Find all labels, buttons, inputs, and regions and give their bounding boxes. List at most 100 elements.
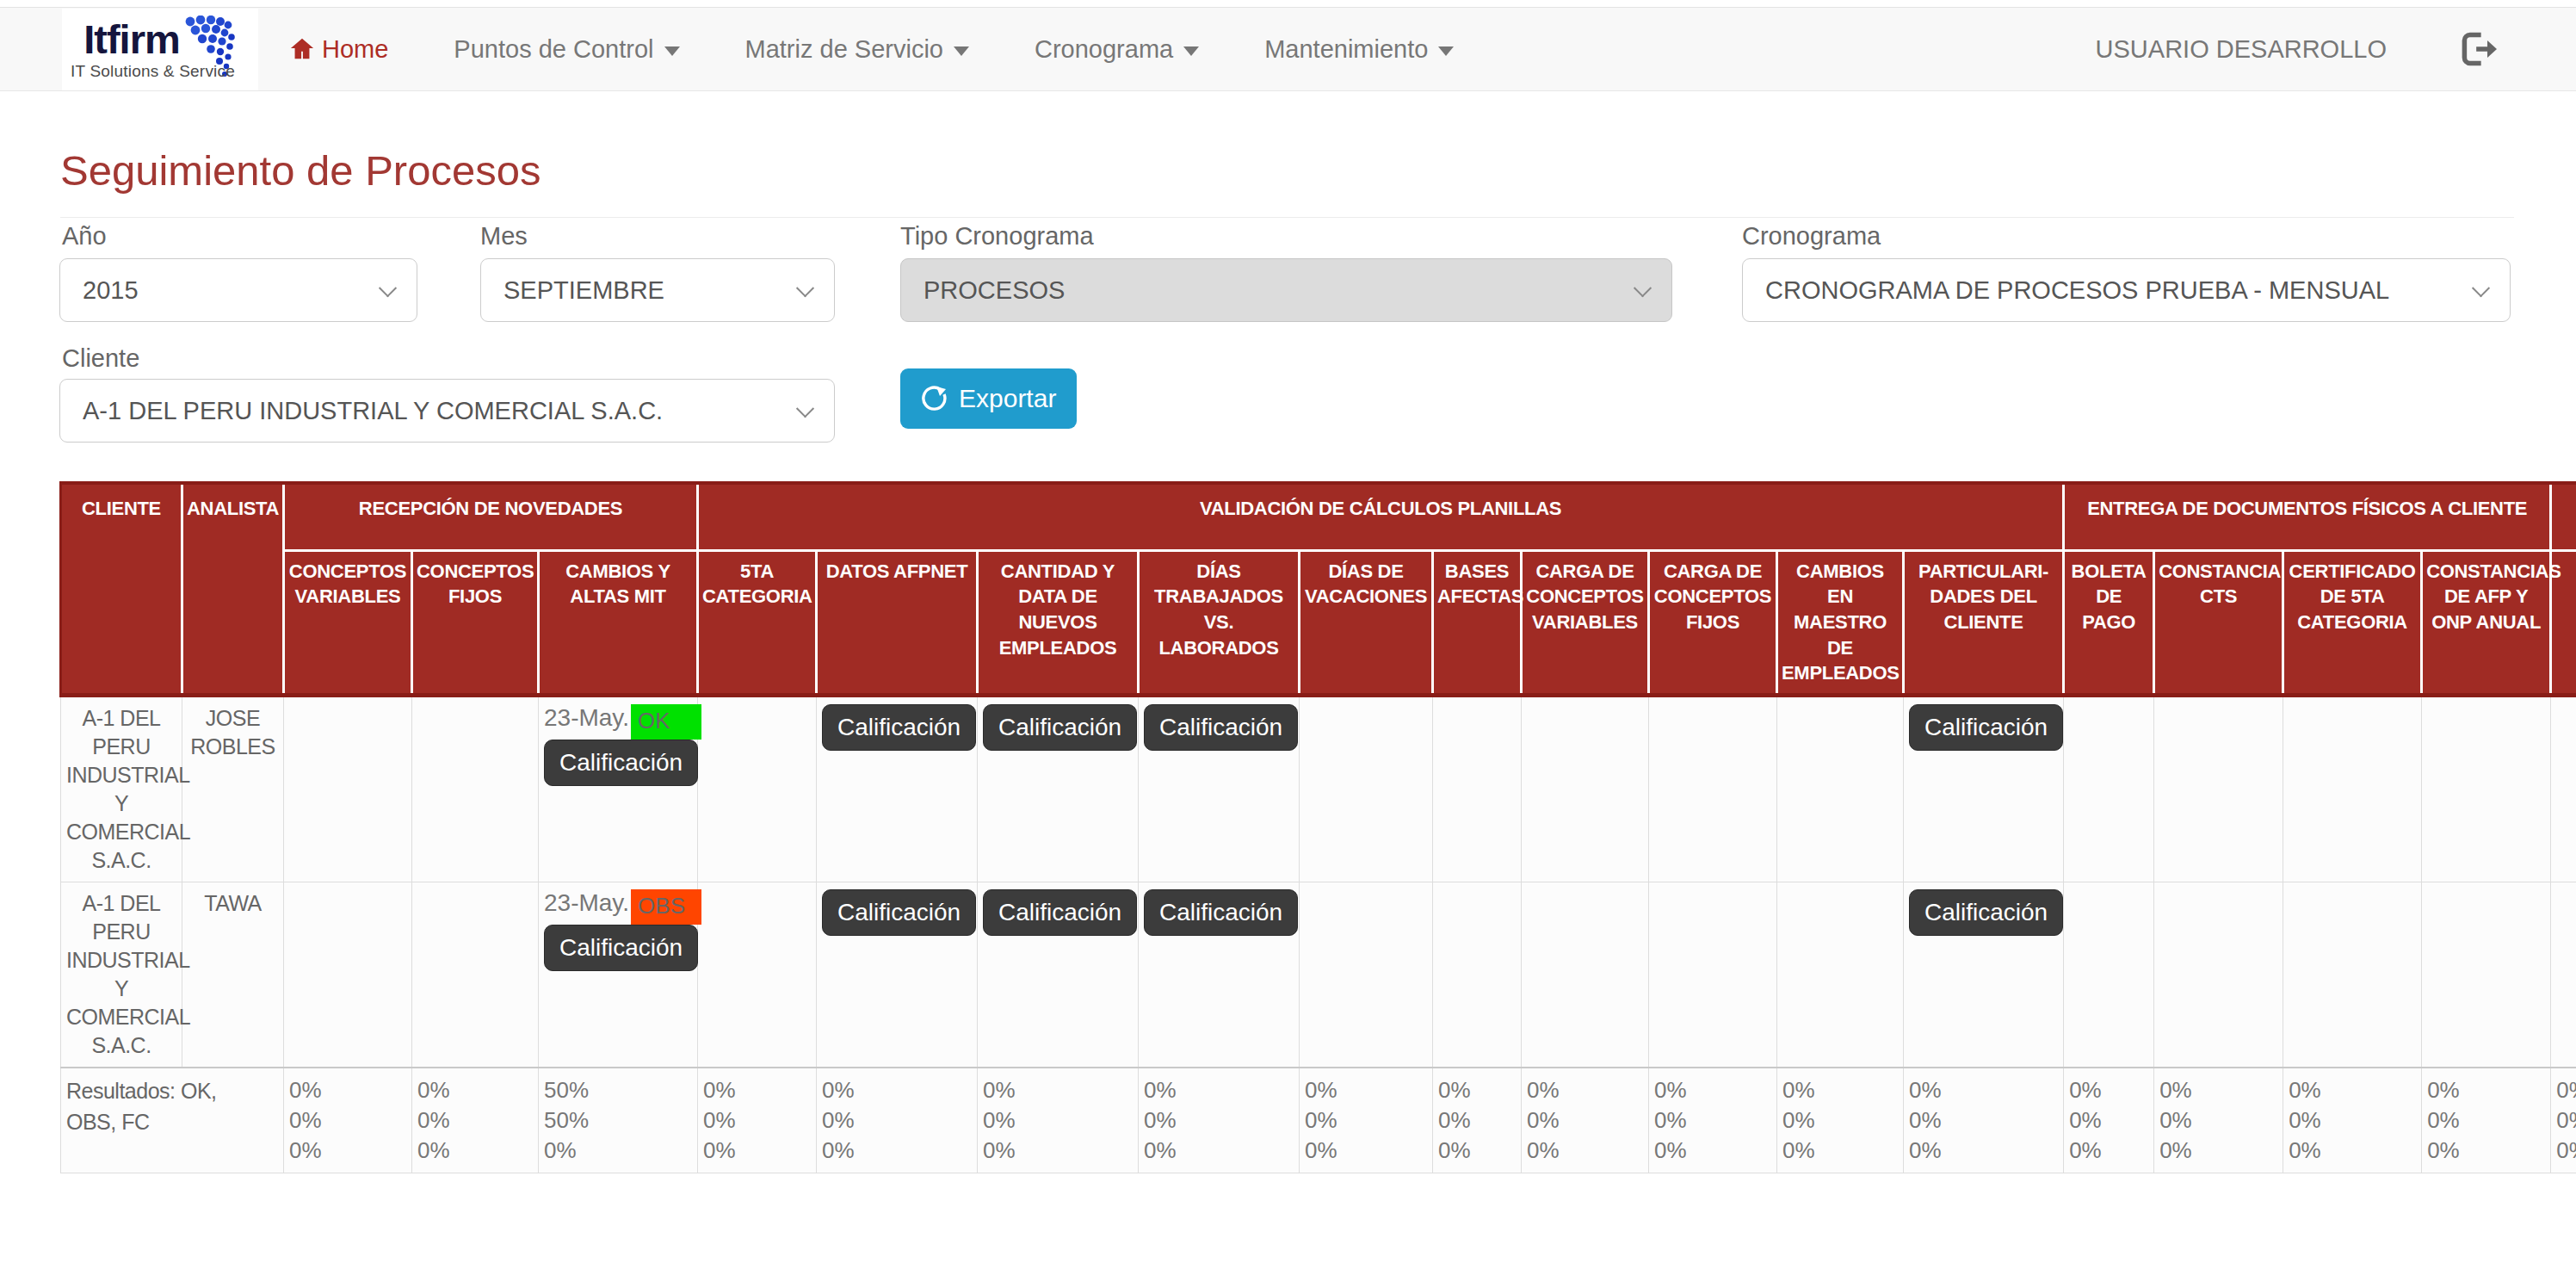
result-percent: 0% bbox=[2159, 1105, 2277, 1136]
col-header-cambios-y-altas-mit: CAMBIOS Y ALTAS MIT bbox=[539, 550, 698, 695]
cell-boleta-de-pago bbox=[2064, 882, 2154, 1068]
cell-conceptos-variables bbox=[284, 695, 412, 882]
cell-bases-afectas bbox=[1433, 695, 1522, 882]
calificacion-button[interactable]: Calificación bbox=[544, 740, 698, 786]
result-percent: 0% bbox=[822, 1075, 972, 1105]
cell-dias-de-vacaciones bbox=[1300, 695, 1433, 882]
cell-dias-trabajados-vs-laborados: Calificación bbox=[1139, 695, 1300, 882]
logout-icon[interactable] bbox=[2459, 30, 2497, 68]
calificacion-button[interactable]: Calificación bbox=[544, 925, 698, 971]
result-percent: 0% bbox=[544, 1136, 692, 1166]
result-percent: 0% bbox=[2289, 1136, 2416, 1166]
result-percent: 0% bbox=[417, 1075, 533, 1105]
results-cambios-en-maestro-de-empleados: 0%0%0% bbox=[1777, 1068, 1904, 1173]
calificacion-button[interactable]: Calificación bbox=[983, 889, 1137, 936]
cell-constancias-de-afp-y-onp-anual bbox=[2422, 695, 2551, 882]
result-percent: 0% bbox=[2427, 1075, 2545, 1105]
cell-certificado-de-5ta-categoria bbox=[2283, 695, 2422, 882]
page-title: Seguimiento de Procesos bbox=[60, 146, 541, 195]
result-percent: 0% bbox=[1305, 1136, 1427, 1166]
results-carga-de-conceptos-fijos: 0%0%0% bbox=[1649, 1068, 1777, 1173]
cell-cambios-en-maestro-de-empleados bbox=[1777, 695, 1904, 882]
cell-carga-de-conceptos-variables bbox=[1522, 695, 1649, 882]
result-percent: 0% bbox=[1527, 1136, 1643, 1166]
cell-cambios-y-altas-mit: 23-May.OKCalificación bbox=[539, 695, 698, 882]
calificacion-button[interactable]: Calificación bbox=[983, 704, 1137, 751]
chevron-down-icon bbox=[2472, 279, 2490, 297]
calificacion-button[interactable]: Calificación bbox=[822, 889, 976, 936]
nav-user-label[interactable]: USUARIO DESARROLLO bbox=[2096, 35, 2387, 64]
cell-analista: JOSE ROBLES bbox=[182, 695, 284, 882]
result-percent: 0% bbox=[1909, 1136, 2058, 1166]
cell-dias-de-vacaciones bbox=[1300, 882, 1433, 1068]
nav-item-mantenimiento[interactable]: Mantenimiento bbox=[1264, 35, 1454, 64]
nav-item-puntos-de-control[interactable]: Puntos de Control bbox=[454, 35, 679, 64]
tipo-cronograma-select[interactable]: PROCESOS bbox=[900, 258, 1672, 322]
ano-value: 2015 bbox=[83, 276, 139, 305]
result-percent: 0% bbox=[983, 1075, 1133, 1105]
title-divider bbox=[60, 217, 2514, 218]
calificacion-button[interactable]: Calificación bbox=[1909, 889, 2063, 936]
cell-cliente: A-1 DEL PERU INDUSTRIAL Y COMERCIAL S.A.… bbox=[61, 695, 182, 882]
result-percent: 0% bbox=[822, 1136, 972, 1166]
col-header-certificado-de-5ta-categoria: CERTIFICADO DE 5TA CATEGORIA bbox=[2283, 550, 2422, 695]
export-button[interactable]: Exportar bbox=[900, 368, 1077, 429]
calificacion-button[interactable]: Calificación bbox=[1144, 704, 1298, 751]
group-header-entrega-de-documentos-fisicos-a-cliente: ENTREGA DE DOCUMENTOS FÍSICOS A CLIENTE bbox=[2064, 483, 2551, 550]
nav-item-cronograma[interactable]: Cronograma bbox=[1035, 35, 1199, 64]
cronograma-select[interactable]: CRONOGRAMA DE PROCESOS PRUEBA - MENSUAL bbox=[1742, 258, 2511, 322]
mes-select[interactable]: SEPTIEMBRE bbox=[480, 258, 835, 322]
result-percent: 0% bbox=[1438, 1105, 1516, 1136]
col-header-carga-de-conceptos-fijos: CARGA DE CONCEPTOS FIJOS bbox=[1649, 550, 1777, 695]
result-percent: 0% bbox=[1654, 1136, 1771, 1166]
ano-select[interactable]: 2015 bbox=[59, 258, 417, 322]
cell-cambios-en-maestro-de-empleados bbox=[1777, 882, 1904, 1068]
results-certificado-de-5ta-categoria: 0%0%0% bbox=[2283, 1068, 2422, 1173]
cell-cantidad-y-data-de-nuevos-empleados: Calificación bbox=[978, 882, 1139, 1068]
result-percent: 0% bbox=[1144, 1105, 1294, 1136]
results-dias-trabajados-vs-laborados: 0%0%0% bbox=[1139, 1068, 1300, 1173]
cronograma-value: CRONOGRAMA DE PROCESOS PRUEBA - MENSUAL bbox=[1765, 276, 2389, 305]
result-percent: 0% bbox=[1438, 1075, 1516, 1105]
result-percent: 0% bbox=[703, 1136, 811, 1166]
result-percent: 0% bbox=[289, 1105, 406, 1136]
calificacion-button[interactable]: Calificación bbox=[822, 704, 976, 751]
col-header-5ta-categoria: 5TA CATEGORIA bbox=[698, 550, 817, 695]
calificacion-button[interactable]: Calificación bbox=[1144, 889, 1298, 936]
cell-particulari-dades-del-cliente: Calificación bbox=[1904, 695, 2064, 882]
cell-blank bbox=[2551, 882, 2576, 1068]
results-carga-de-conceptos-variables: 0%0%0% bbox=[1522, 1068, 1649, 1173]
nav-item-matriz-de-servicio[interactable]: Matriz de Servicio bbox=[745, 35, 969, 64]
cell-cliente: A-1 DEL PERU INDUSTRIAL Y COMERCIAL S.A.… bbox=[61, 882, 182, 1068]
calificacion-button[interactable]: Calificación bbox=[1909, 704, 2063, 751]
cliente-select[interactable]: A-1 DEL PERU INDUSTRIAL Y COMERCIAL S.A.… bbox=[59, 379, 835, 443]
status-badge: OBS bbox=[631, 889, 701, 925]
results-constancia-cts: 0%0%0% bbox=[2154, 1068, 2283, 1173]
cell-conceptos-fijos bbox=[412, 695, 539, 882]
results-bases-afectas: 0%0%0% bbox=[1433, 1068, 1522, 1173]
results-row: Resultados: OK, OBS, FC0%0%0%0%0%0%50%50… bbox=[61, 1068, 2576, 1173]
result-percent: 0% bbox=[1144, 1136, 1294, 1166]
nav-item-home[interactable]: Home bbox=[289, 35, 388, 64]
col-header-constancias-de-afp-y-onp-anual: CONSTANCIAS DE AFP Y ONP ANUAL bbox=[2422, 550, 2551, 695]
result-percent: 0% bbox=[2556, 1105, 2576, 1136]
cell-conceptos-variables bbox=[284, 882, 412, 1068]
group-header-validacion-de-calculos-planillas: VALIDACIÓN DE CÁLCULOS PLANILLAS bbox=[698, 483, 2064, 550]
chevron-down-icon bbox=[796, 279, 814, 297]
result-percent: 0% bbox=[1654, 1075, 1771, 1105]
result-percent: 0% bbox=[1782, 1105, 1898, 1136]
cell-bases-afectas bbox=[1433, 882, 1522, 1068]
mes-value: SEPTIEMBRE bbox=[503, 276, 664, 305]
col-header-analista: ANALISTA bbox=[182, 483, 284, 695]
brand-name: Itfirm bbox=[83, 19, 180, 60]
nav-menu: Home Puntos de Control Matriz de Servicio C… bbox=[289, 8, 1454, 90]
col-header-particulari-dades-del-cliente: PARTICULARI-DADES DEL CLIENTE bbox=[1904, 550, 2064, 695]
cell-constancias-de-afp-y-onp-anual bbox=[2422, 882, 2551, 1068]
cell-cambios-y-altas-mit: 23-May.OBSCalificación bbox=[539, 882, 698, 1068]
date-text: 23-May. bbox=[544, 889, 629, 917]
nav-right: USUARIO DESARROLLO bbox=[2096, 8, 2497, 90]
result-percent: 0% bbox=[1909, 1075, 2058, 1105]
result-percent: 0% bbox=[983, 1136, 1133, 1166]
cell-datos-afpnet: Calificación bbox=[817, 695, 978, 882]
brand-logo[interactable]: Itfirm IT Solutions & Service bbox=[62, 9, 258, 90]
